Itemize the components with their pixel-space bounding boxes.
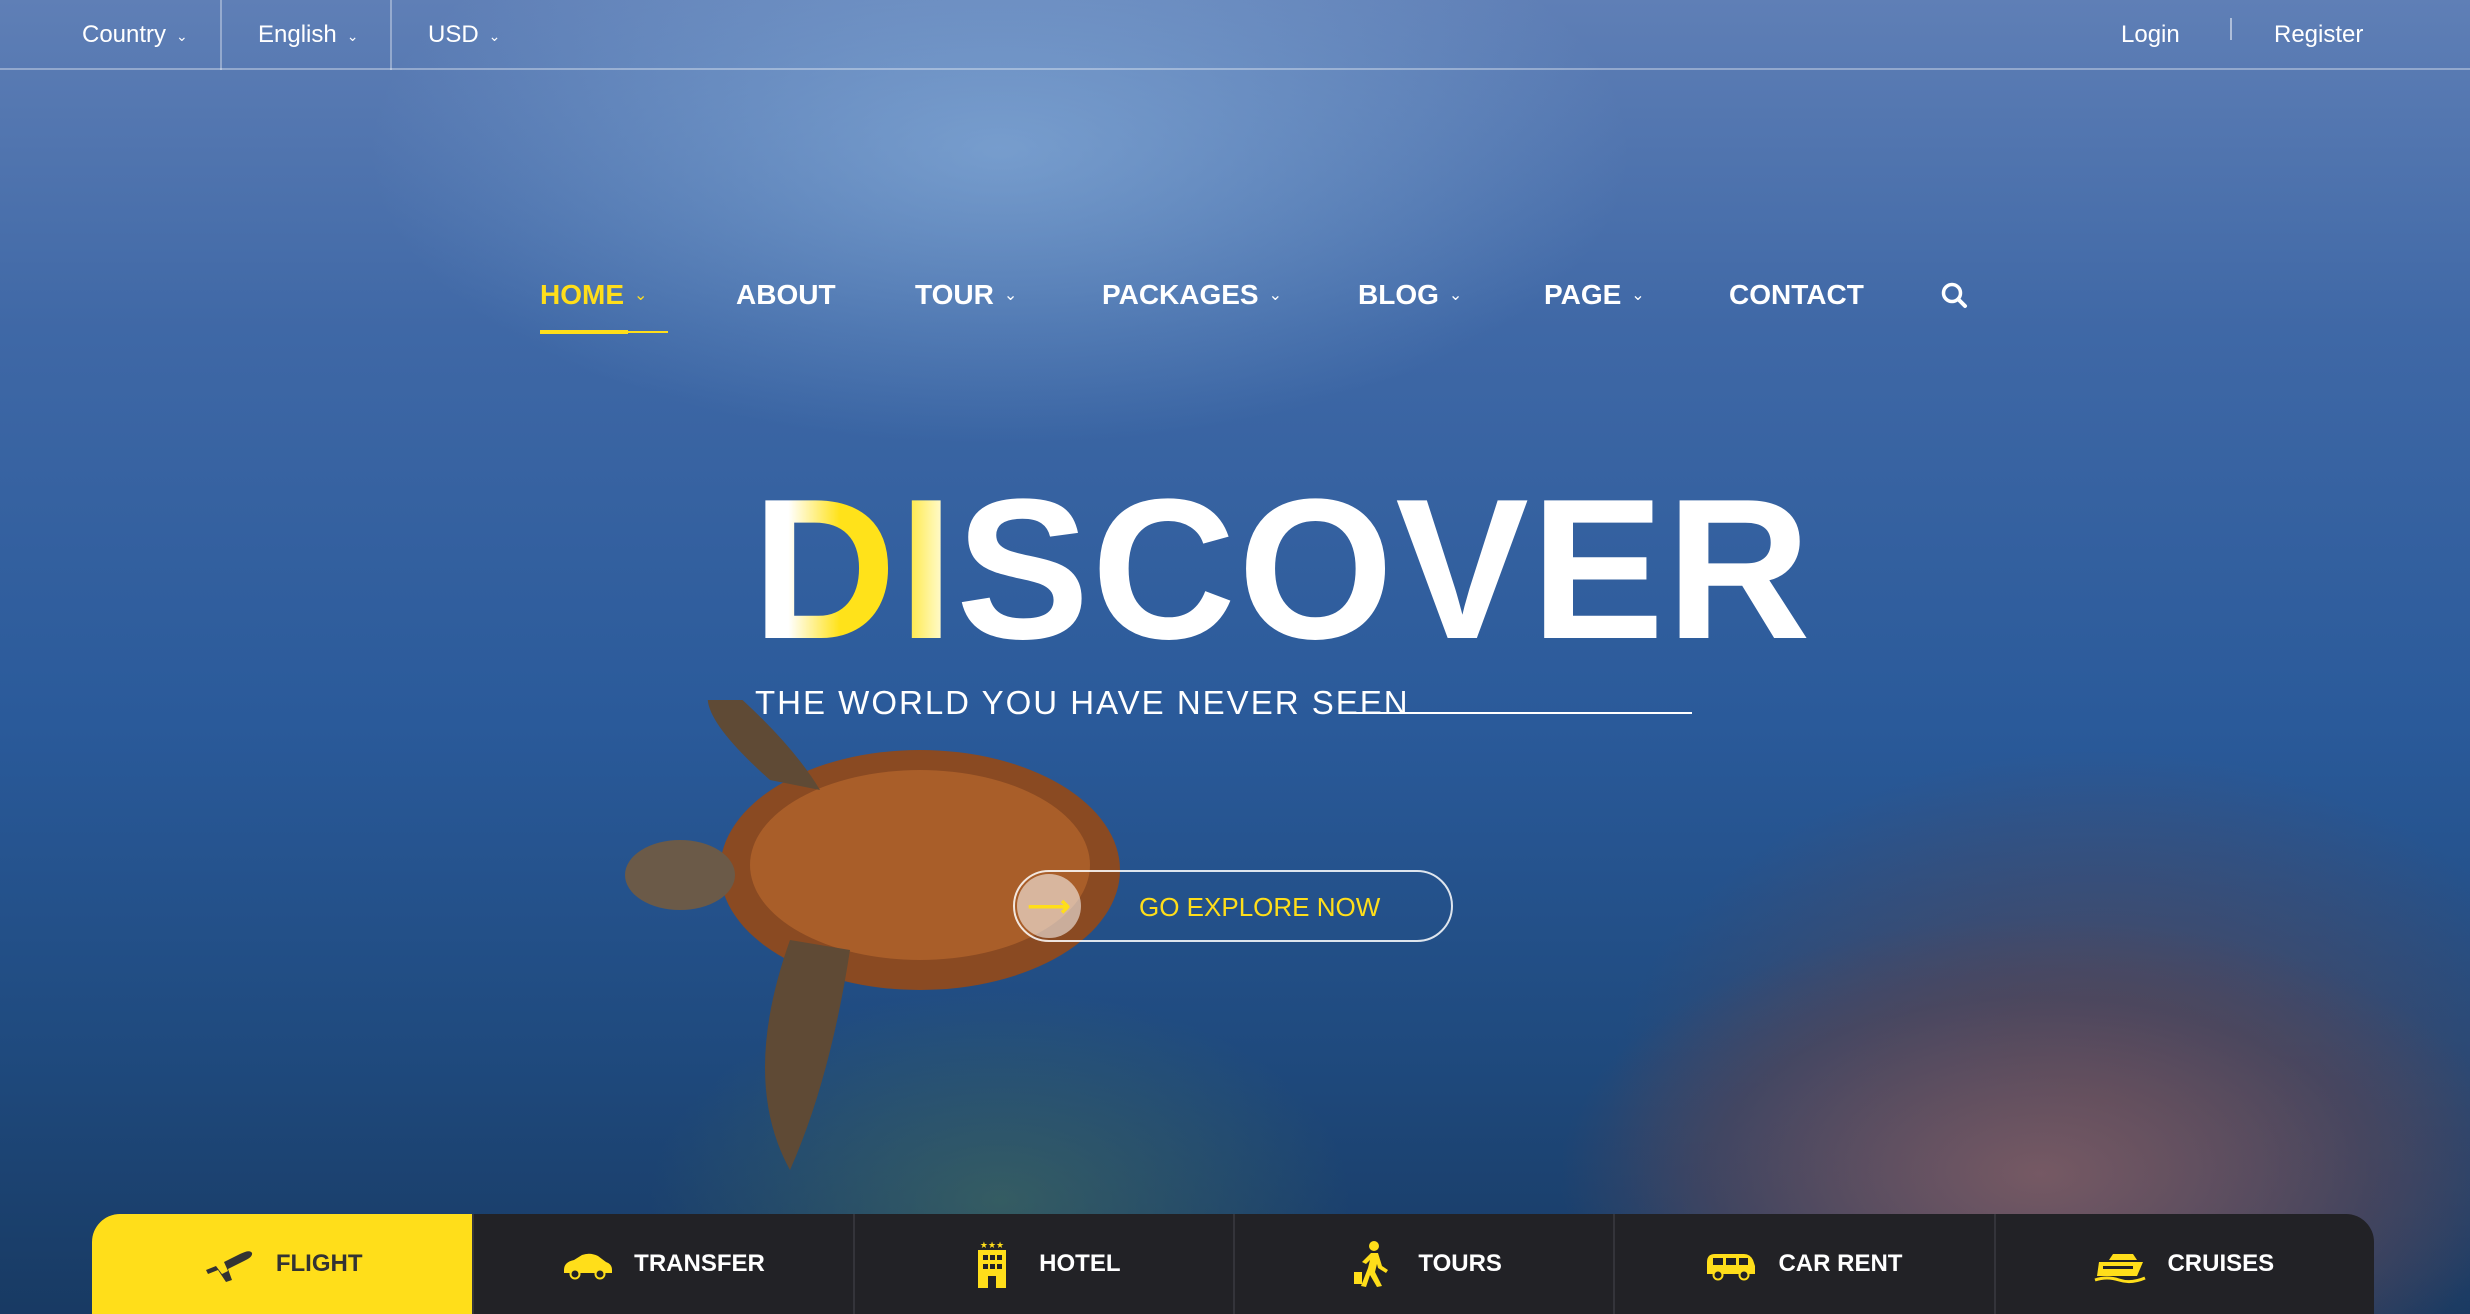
login-link[interactable]: Login	[2121, 0, 2180, 70]
hero-title-rest: SCOVER	[956, 458, 1813, 681]
hero-title-first-letter: D	[752, 458, 899, 681]
chevron-down-icon: ⌄	[346, 27, 359, 44]
tab-label: CRUISES	[2167, 1250, 2275, 1277]
arrow-right-icon: ⟶	[1017, 874, 1081, 938]
nav-item-label: PAGE	[1544, 279, 1622, 310]
language-label: English	[258, 21, 337, 48]
tab-cruises[interactable]: CRUISES	[1993, 1214, 2374, 1314]
search-icon	[1941, 282, 1967, 308]
nav-item-label: BLOG	[1358, 279, 1439, 310]
register-link[interactable]: Register	[2274, 0, 2363, 70]
active-indicator	[540, 330, 628, 334]
chevron-down-icon: ⌄	[1003, 287, 1018, 304]
booking-tabs: FLIGHT TRANSFER ★★★ HOTEL TOURS CAR RENT…	[92, 1214, 2374, 1314]
chevron-down-icon: ⌄	[1268, 287, 1283, 304]
nav-item-page[interactable]: PAGE ⌄	[1544, 270, 1645, 320]
svg-text:★★★: ★★★	[980, 1241, 1004, 1251]
currency-label: USD	[428, 21, 479, 48]
go-explore-button[interactable]: ⟶ GO EXPLORE NOW	[1013, 870, 1453, 942]
divider	[390, 0, 392, 70]
nav-item-about[interactable]: ABOUT	[736, 270, 836, 320]
divider	[220, 0, 222, 70]
nav-item-label: PACKAGES	[1102, 279, 1259, 310]
language-selector[interactable]: English ⌄	[258, 0, 358, 70]
turtle-illustration	[625, 700, 1120, 1170]
tab-car-rent[interactable]: CAR RENT	[1613, 1214, 1993, 1314]
search-button[interactable]	[1940, 270, 1968, 320]
chevron-down-icon: ⌄	[1631, 287, 1645, 304]
active-indicator-tail	[628, 331, 668, 333]
go-explore-label: GO EXPLORE NOW	[1139, 892, 1381, 922]
car-icon	[564, 1253, 613, 1280]
nav-item-contact[interactable]: CONTACT	[1729, 270, 1864, 320]
chevron-down-icon: ⌄	[1448, 287, 1463, 304]
tab-flight[interactable]: FLIGHT	[92, 1214, 473, 1314]
main-nav: HOME ⌄ ABOUT TOUR ⌄ PACKAGES ⌄ BLOG ⌄ PA…	[0, 270, 2470, 334]
subtitle-rule	[1352, 712, 1692, 714]
divider	[2230, 18, 2232, 40]
nav-item-label: TOUR	[915, 279, 994, 310]
nav-item-label: HOME	[540, 279, 624, 310]
currency-selector[interactable]: USD ⌄	[428, 0, 500, 70]
chevron-down-icon: ⌄	[634, 287, 648, 304]
tab-label: FLIGHT	[275, 1250, 363, 1277]
plane-icon	[205, 1251, 252, 1282]
tab-label: HOTEL	[1039, 1250, 1121, 1277]
nav-item-label: ABOUT	[736, 279, 836, 310]
tab-label: TOURS	[1418, 1250, 1502, 1277]
chevron-down-icon: ⌄	[176, 27, 188, 44]
nav-item-packages[interactable]: PACKAGES ⌄	[1102, 270, 1282, 320]
tab-transfer[interactable]: TRANSFER	[472, 1214, 852, 1314]
nav-item-blog[interactable]: BLOG ⌄	[1358, 270, 1462, 320]
chevron-down-icon: ⌄	[488, 27, 501, 44]
top-bar: Country ⌄ English ⌄ USD ⌄ Login Register	[0, 0, 2470, 70]
nav-item-home[interactable]: HOME ⌄	[540, 270, 647, 320]
nav-item-label: CONTACT	[1729, 279, 1864, 310]
tab-label: TRANSFER	[634, 1250, 765, 1277]
country-selector[interactable]: Country ⌄	[82, 0, 188, 70]
hero-title-second-letter: I	[898, 458, 957, 681]
hero-title: DISCOVER	[752, 470, 1813, 670]
tab-hotel[interactable]: ★★★ HOTEL	[852, 1214, 1233, 1314]
walking-person-icon	[1354, 1241, 1389, 1287]
country-label: Country	[82, 21, 167, 48]
login-label: Login	[2121, 21, 2180, 48]
ship-icon	[2094, 1254, 2147, 1284]
van-icon	[1707, 1254, 1756, 1281]
hero-subtitle: THE WORLD YOU HAVE NEVER SEEN	[755, 684, 1410, 721]
register-label: Register	[2274, 21, 2364, 48]
hotel-icon: ★★★	[978, 1241, 1007, 1288]
tab-tours[interactable]: TOURS	[1232, 1214, 1613, 1314]
tab-label: CAR RENT	[1778, 1250, 1903, 1277]
nav-item-tour[interactable]: TOUR ⌄	[915, 270, 1017, 320]
